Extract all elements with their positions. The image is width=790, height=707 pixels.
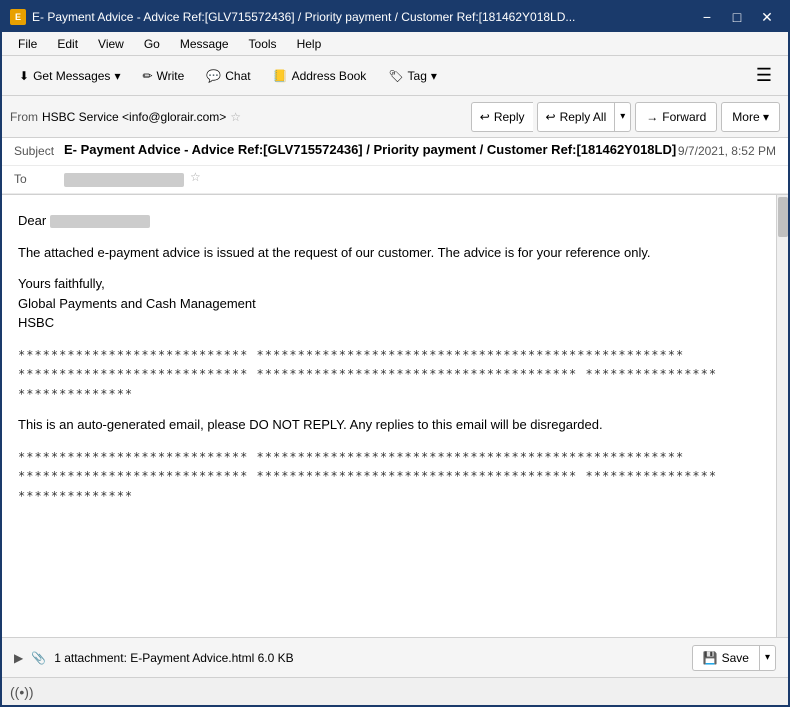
menu-message[interactable]: Message bbox=[172, 35, 237, 53]
from-label: From bbox=[10, 110, 38, 124]
menu-view[interactable]: View bbox=[90, 35, 132, 53]
attachment-icon: 📎 bbox=[31, 651, 46, 665]
forward-icon: → bbox=[646, 110, 658, 124]
close-button[interactable]: ✕ bbox=[754, 7, 780, 27]
auto-notice: This is an auto-generated email, please … bbox=[18, 415, 760, 435]
get-messages-icon: ⬇ bbox=[19, 69, 29, 83]
stars-group-1: **************************** ***********… bbox=[18, 345, 760, 404]
action-bar: From HSBC Service <info@glorair.com> ☆ ↩… bbox=[2, 96, 788, 138]
body-para2: Yours faithfully, Global Payments and Ca… bbox=[18, 274, 760, 333]
expand-button[interactable]: ▶ bbox=[14, 651, 23, 665]
scroll-thumb[interactable] bbox=[778, 197, 788, 237]
attachment-bar: ▶ 📎 1 attachment: E-Payment Advice.html … bbox=[2, 637, 788, 677]
reply-all-button[interactable]: ↩ Reply All bbox=[537, 102, 615, 132]
to-star-icon[interactable]: ☆ bbox=[190, 170, 201, 184]
email-body: Dear The attached e-payment advice is is… bbox=[2, 195, 776, 637]
stars-group-2: **************************** ***********… bbox=[18, 447, 760, 506]
window-title: E- Payment Advice - Advice Ref:[GLV71557… bbox=[32, 10, 575, 24]
body-para1: The attached e-payment advice is issued … bbox=[18, 243, 760, 263]
attachment-info: 1 attachment: E-Payment Advice.html 6.0 … bbox=[54, 651, 683, 665]
app-icon: E bbox=[10, 9, 26, 25]
minimize-button[interactable]: − bbox=[694, 7, 720, 27]
reply-all-dropdown[interactable]: ▾ bbox=[614, 102, 631, 132]
reply-all-icon: ↩ bbox=[546, 110, 556, 124]
chat-icon: 💬 bbox=[206, 69, 221, 83]
title-bar: E E- Payment Advice - Advice Ref:[GLV715… bbox=[2, 2, 788, 32]
menu-file[interactable]: File bbox=[10, 35, 45, 53]
toolbar: ⬇ Get Messages ▾ ✏ Write 💬 Chat 📒 Addres… bbox=[2, 56, 788, 96]
menu-go[interactable]: Go bbox=[136, 35, 168, 53]
body-area: DLP.com Dear The attached e-payment advi… bbox=[2, 195, 788, 637]
save-button[interactable]: 💾 Save bbox=[692, 645, 759, 671]
reply-icon: ↩ bbox=[480, 110, 490, 124]
save-button-group: 💾 Save ▾ bbox=[692, 645, 776, 671]
email-header: Subject E- Payment Advice - Advice Ref:[… bbox=[2, 138, 788, 195]
forward-button[interactable]: → Forward bbox=[635, 102, 717, 132]
address-book-button[interactable]: 📒 Address Book bbox=[264, 64, 376, 88]
save-icon: 💾 bbox=[703, 651, 718, 665]
body-content: DLP.com Dear The attached e-payment advi… bbox=[2, 195, 776, 637]
hamburger-menu[interactable]: ☰ bbox=[748, 61, 780, 90]
from-value: HSBC Service <info@glorair.com> bbox=[42, 110, 226, 124]
reply-button[interactable]: ↩ Reply bbox=[471, 102, 533, 132]
menu-tools[interactable]: Tools bbox=[241, 35, 285, 53]
to-row: To ☆ bbox=[2, 166, 788, 194]
status-bar: ((•)) bbox=[2, 677, 788, 705]
menu-bar: File Edit View Go Message Tools Help bbox=[2, 32, 788, 56]
scrollbar[interactable] bbox=[776, 195, 788, 637]
subject-row: Subject E- Payment Advice - Advice Ref:[… bbox=[2, 138, 788, 166]
tag-icon: 🏷 bbox=[388, 69, 403, 83]
more-button[interactable]: More ▾ bbox=[721, 102, 780, 132]
subject-value: E- Payment Advice - Advice Ref:[GLV71557… bbox=[64, 142, 678, 157]
reply-all-button-group: ↩ Reply All ▾ bbox=[537, 102, 632, 132]
menu-help[interactable]: Help bbox=[289, 35, 330, 53]
get-messages-button[interactable]: ⬇ Get Messages ▾ bbox=[10, 64, 129, 88]
reply-button-group: ↩ Reply bbox=[471, 102, 533, 132]
get-messages-dropdown-icon[interactable]: ▾ bbox=[114, 69, 120, 83]
write-button[interactable]: ✏ Write bbox=[133, 64, 193, 88]
email-date: 9/7/2021, 8:52 PM bbox=[678, 142, 776, 158]
chat-button[interactable]: 💬 Chat bbox=[197, 64, 259, 88]
tag-dropdown-icon: ▾ bbox=[431, 69, 437, 83]
tag-button[interactable]: 🏷 Tag ▾ bbox=[379, 64, 446, 88]
wifi-icon: ((•)) bbox=[10, 684, 34, 700]
dear-name-blurred bbox=[50, 215, 150, 228]
write-icon: ✏ bbox=[142, 69, 152, 83]
subject-label: Subject bbox=[14, 142, 64, 158]
save-dropdown[interactable]: ▾ bbox=[759, 645, 776, 671]
from-star-icon[interactable]: ☆ bbox=[230, 110, 241, 124]
menu-edit[interactable]: Edit bbox=[49, 35, 86, 53]
to-value-blurred bbox=[64, 173, 184, 187]
to-label: To bbox=[14, 170, 64, 186]
maximize-button[interactable]: □ bbox=[724, 7, 750, 27]
address-book-icon: 📒 bbox=[273, 69, 288, 83]
greeting-line: Dear bbox=[18, 211, 760, 231]
